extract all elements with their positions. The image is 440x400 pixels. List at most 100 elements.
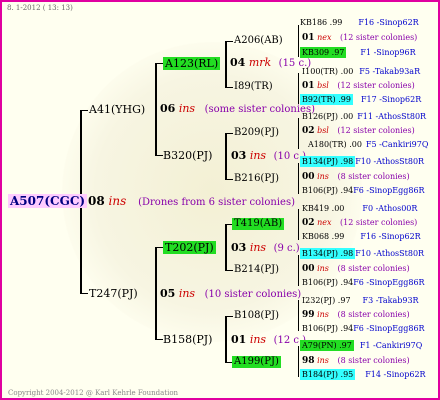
root-generation: 08 ins (Drones from 6 sister colonies) [88, 195, 295, 208]
ancestor-id: A79(PN) .97 [300, 340, 354, 351]
a41-gen-tag: ins [178, 102, 196, 115]
b320-gen-number: 03 [231, 149, 247, 162]
ancestor-origin: F6 -SinopEgg86R [353, 186, 425, 195]
ancestor-id: B126(PJ) .00 [302, 112, 354, 121]
root-gen-number: 08 [88, 194, 105, 208]
ancestor-row[interactable]: A180(TR) .00 F5 -Cankiri97Q [308, 141, 428, 149]
queen-t247[interactable]: T247(PJ) [89, 288, 138, 299]
ancestor-id: KB419 .00 [302, 204, 345, 213]
b320-gen-tag: ins [249, 149, 267, 162]
queen-a199[interactable]: A199(PJ) [232, 356, 281, 368]
ancestor-id: KB186 .99 [300, 18, 343, 27]
sister-colonies-row: 99 ins (8 sister colonies) [302, 310, 410, 320]
queen-i89[interactable]: I89(TR) [234, 82, 273, 92]
ancestor-origin: F17 -Sinop62R [360, 95, 422, 104]
t202-gen-tag: ins [249, 241, 267, 254]
root-queen-name: A507(CGC) [10, 194, 86, 208]
ancestor-row[interactable]: KB419 .00 F0 -Athos00R [302, 205, 417, 213]
sister-colonies-row: 02 nex (12 sister colonies) [302, 218, 418, 228]
ancestor-row[interactable]: KB186 .99 F16 -Sinop62R [300, 19, 419, 27]
ancestor-id: KB068 .99 [302, 232, 345, 241]
ancestor-id: A180(TR) .00 [308, 140, 362, 149]
ancestor-origin: F5 -Cankiri97Q [365, 140, 429, 149]
sister-colonies-row: 00 ins (8 sister colonies) [302, 264, 410, 274]
copyright-footer: Copyright 2004-2012 @ Karl Kehrle Founda… [8, 389, 179, 397]
ancestor-row[interactable]: B106(PJ) .94F6 -SinopEgg86R [302, 187, 425, 195]
report-date: 8. 1-2012 ( 13: 13) [7, 4, 73, 12]
queen-b214[interactable]: B214(PJ) [234, 265, 279, 275]
b158-gen-number: 01 [231, 333, 247, 346]
ancestor-id: B134(PJ) .98 [300, 156, 356, 167]
ancestor-row[interactable]: I232(PJ) .97 F3 -Takab93R [302, 297, 419, 305]
t202-gen-note: (9 c.) [273, 243, 300, 254]
ancestor-row[interactable]: B106(PJ) .94F6 -SinopEgg86R [302, 325, 425, 333]
a41-gen-number: 06 [160, 102, 176, 115]
ancestor-origin: F11 -AthosSt80R [357, 112, 427, 121]
sister-colonies-row: 02 bsl (12 sister colonies) [302, 126, 415, 136]
b158-gen-tag: ins [249, 333, 267, 346]
b158-generation: 01 ins (12 c.) [231, 334, 306, 346]
ancestor-id: I232(PJ) .97 [302, 296, 351, 305]
ancestor-row[interactable]: B106(PJ) .94F6 -SinopEgg86R [302, 279, 425, 287]
ancestor-id: B184(PJ) .95 [300, 369, 356, 380]
t247-gen-note: (10 sister colonies) [204, 289, 302, 300]
sister-colonies-row: 98 ins (8 sister colonies) [302, 356, 410, 366]
ancestor-row[interactable]: KB309 .97 F1 -Sinop96R [300, 47, 416, 58]
ancestor-row[interactable]: B134(PJ) .98 F10 -AthosSt80R [300, 156, 425, 167]
root-queen[interactable]: A507(CGC) [8, 194, 88, 208]
queen-a41[interactable]: A41(YHG) [89, 104, 145, 115]
sister-colonies-row: 01 bsl (12 sister colonies) [302, 81, 415, 91]
ancestor-origin: F10 -AthosSt80R [355, 157, 425, 166]
ancestor-row[interactable]: B92(TR) .99 F17 -Sinop62R [300, 94, 422, 105]
ancestor-row[interactable]: KB068 .99 F16 -Sinop62R [302, 233, 421, 241]
sister-colonies-row: 01 nex (12 sister colonies) [302, 33, 418, 43]
ancestor-id: KB309 .97 [300, 47, 347, 58]
ancestor-id: B106(PJ) .94 [302, 186, 354, 195]
a123-gen-number: 04 [230, 56, 246, 69]
ancestor-id: B134(PJ) .98 [300, 248, 356, 259]
ancestor-row[interactable]: B126(PJ) .00 F11 -AthosSt80R [302, 113, 426, 121]
a123-generation: 04 mrk (15 c.) [230, 57, 311, 69]
queen-t419[interactable]: T419(AB) [232, 218, 285, 230]
ancestor-origin: F6 -SinopEgg86R [353, 324, 425, 333]
ancestor-origin: F16 -Sinop62R [358, 18, 419, 27]
queen-t202[interactable]: T202(PJ) [163, 241, 216, 254]
queen-a123[interactable]: A123(RL) [163, 57, 221, 70]
t247-gen-tag: ins [178, 287, 196, 300]
queen-b216[interactable]: B216(PJ) [234, 174, 279, 184]
root-gen-tag: ins [108, 194, 127, 208]
ancestor-id: B92(TR) .99 [300, 94, 353, 105]
pedigree-frame: 8. 1-2012 ( 13: 13) A507(CGC) 08 ins (Dr… [0, 0, 440, 400]
t202-generation: 03 ins (9 c.) [231, 242, 300, 254]
t247-generation: 05 ins (10 sister colonies) [160, 288, 301, 300]
ancestor-origin: F10 -AthosSt80R [355, 249, 425, 258]
ancestor-id: I100(TR) .00 [302, 67, 354, 76]
ancestor-origin: F16 -Sinop62R [360, 232, 421, 241]
ancestor-origin: F1 -Sinop96R [360, 48, 416, 57]
ancestor-origin: F5 -Takab93aR [359, 67, 421, 76]
queen-b158[interactable]: B158(PJ) [163, 334, 212, 345]
b320-generation: 03 ins (10 c.) [231, 150, 306, 162]
t247-gen-number: 05 [160, 287, 176, 300]
ancestor-origin: F0 -Athos00R [362, 204, 418, 213]
ancestor-origin: F6 -SinopEgg86R [353, 278, 425, 287]
ancestor-origin: F3 -Takab93R [362, 296, 419, 305]
queen-b108[interactable]: B108(PJ) [234, 311, 279, 321]
ancestor-origin: F14 -Sinop62R [365, 370, 426, 379]
t202-gen-number: 03 [231, 241, 247, 254]
queen-b320[interactable]: B320(PJ) [163, 150, 212, 161]
queen-a206[interactable]: A206(AB) [234, 36, 283, 46]
ancestor-origin: F1 -Cankiri97Q [359, 341, 423, 350]
ancestor-row[interactable]: B134(PJ) .98 F10 -AthosSt80R [300, 248, 425, 259]
root-gen-note: (Drones from 6 sister colonies) [138, 197, 295, 208]
ancestor-id: B106(PJ) .94 [302, 278, 354, 287]
ancestor-row[interactable]: I100(TR) .00 F5 -Takab93aR [302, 68, 420, 76]
a41-gen-note: (some sister colonies) [204, 104, 315, 115]
a41-generation: 06 ins (some sister colonies) [160, 103, 315, 115]
ancestor-row[interactable]: B184(PJ) .95 F14 -Sinop62R [300, 369, 426, 380]
ancestor-id: B106(PJ) .94 [302, 324, 354, 333]
a123-gen-tag: mrk [248, 56, 272, 69]
ancestor-row[interactable]: A79(PN) .97 F1 -Cankiri97Q [300, 340, 423, 351]
sister-colonies-row: 00 ins (8 sister colonies) [302, 172, 410, 182]
queen-b209[interactable]: B209(PJ) [234, 128, 279, 138]
